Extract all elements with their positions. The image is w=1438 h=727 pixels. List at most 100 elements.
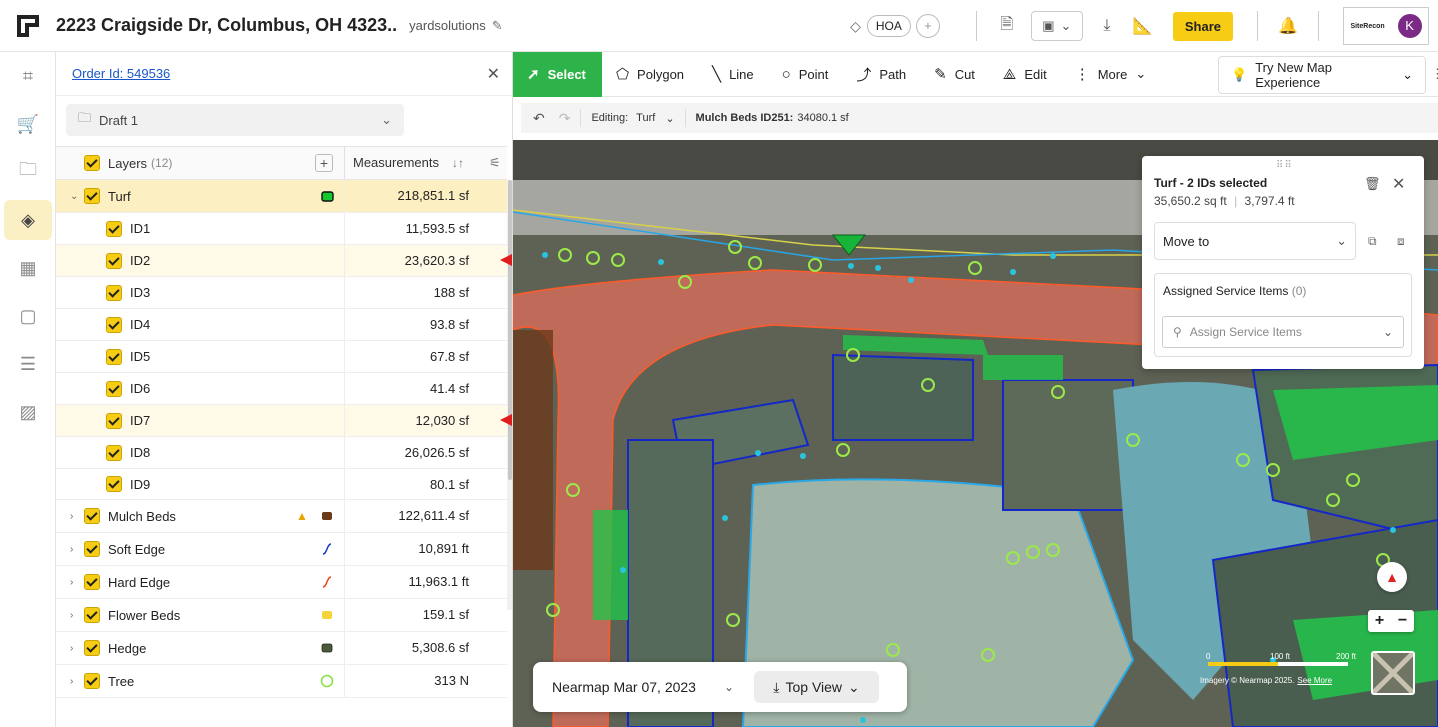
layer-row-flower-beds[interactable]: › Flower Beds 159.1 sf [56,599,507,632]
layer-row-id6[interactable]: ID6 41.4 sf [56,373,507,405]
add-layer-button[interactable]: + [315,154,333,172]
layer-row-mulch-beds[interactable]: › Mulch Beds ▲ 122,611.4 sf [56,500,507,533]
chevron-down-icon[interactable]: ⌄ [665,112,674,125]
try-new-map-button[interactable]: 💡 Try New Map Experience ⌄ [1218,56,1426,94]
layers-table-header: Layers (12) + Measurements ↓↑ ⚟ [56,146,507,180]
chevron-down-icon[interactable]: ⌄ [724,680,734,694]
zoom-control[interactable]: + − [1368,610,1414,632]
layer-checkbox[interactable] [106,252,122,269]
assign-service-items-input[interactable]: ⚲ Assign Service Items ⌄ [1162,316,1404,348]
measure-icon[interactable]: 📐 [1125,11,1161,41]
tool-polygon[interactable]: ⬠ Polygon [602,52,698,97]
layer-row-soft-edge[interactable]: › Soft Edge 10,891 ft [56,533,507,566]
download-icon[interactable]: ⤓ [1089,11,1125,41]
move-to-select[interactable]: Move to ⌄ [1154,222,1356,260]
see-more-link[interactable]: See More [1297,676,1332,685]
caret-right-icon[interactable]: › [70,676,73,687]
draft-select[interactable]: 🗀 Draft 1 ⌄ [66,104,404,136]
avatar[interactable]: K [1397,14,1422,38]
layer-checkbox[interactable] [106,412,122,429]
tool-more[interactable]: ⋮ More ⌄ [1061,52,1161,97]
tool-path[interactable]: ⤴ Path [842,52,920,97]
layer-row-hard-edge[interactable]: › Hard Edge 11,963.1 ft [56,566,507,599]
filter-icon[interactable]: ⚟ [489,155,501,171]
imagery-date-select[interactable]: Nearmap Mar 07, 2023 [552,679,696,695]
drag-handle-icon[interactable]: ⠿⠿ [1276,160,1293,171]
layer-checkbox[interactable] [106,476,122,492]
copy-icon[interactable]: ⧉ [1368,234,1377,249]
zoom-out-button[interactable]: − [1391,610,1414,632]
tool-point[interactable]: ○ Point [768,52,843,97]
bell-icon[interactable]: 🔔 [1270,11,1306,41]
edit-pencil-icon[interactable]: ✎ [492,18,503,34]
caret-right-icon[interactable]: › [70,577,73,588]
layer-checkbox[interactable] [106,348,122,365]
layer-checkbox[interactable] [84,574,100,590]
more-options-icon[interactable]: ⋮ [1431,66,1438,82]
layers-icon[interactable]: ◈ [4,200,52,240]
layer-checkbox[interactable] [106,316,122,333]
share-button[interactable]: Share [1172,11,1233,41]
layer-row-id7[interactable]: ID7 12,030 sf [56,405,507,437]
layer-row-id3[interactable]: ID3 188 sf [56,277,507,309]
layer-checkbox[interactable] [84,640,100,656]
layer-row-id8[interactable]: ID8 26,026.5 sf [56,437,507,469]
cart-icon[interactable]: 🛒 [4,104,52,144]
minimap[interactable] [1371,651,1415,695]
editing-layer-select[interactable]: Turf [636,112,655,124]
layer-checkbox[interactable] [84,188,100,204]
gallery-icon[interactable]: ▨ [4,392,52,432]
layer-row-id2[interactable]: ID2 23,620.3 sf [56,245,507,277]
close-icon[interactable]: ✕ [487,64,500,84]
layer-row-id9[interactable]: ID9 80.1 sf [56,469,507,500]
tool-cut[interactable]: ✎ Cut [920,52,989,97]
imagery-bar: Nearmap Mar 07, 2023 ⌄ ⤓ Top View ⌄ [533,662,907,712]
calculator-icon[interactable]: ▦ [4,248,52,288]
caret-down-icon[interactable]: ⌄ [70,191,78,202]
tool-edit[interactable]: ⟁ Edit [989,52,1061,97]
layer-checkbox[interactable] [106,444,122,461]
layer-checkbox[interactable] [106,220,122,237]
trash-icon[interactable]: 🗑 [1364,176,1381,192]
select-all-checkbox[interactable] [84,155,100,171]
chat-icon[interactable]: ▢ [4,296,52,336]
tool-line[interactable]: ╲ Line [698,52,768,97]
layer-row-tree[interactable]: › Tree 313 N [56,665,507,698]
layer-row-id5[interactable]: ID5 67.8 sf [56,341,507,373]
image-dropdown[interactable]: ▣ ⌄ [1030,11,1083,41]
tool-select[interactable]: ➚ Select [513,51,602,97]
document-clock-icon[interactable]: 🗎 [989,11,1025,41]
layer-row-turf[interactable]: ⌄ Turf 218,851.1 sf [56,180,507,213]
hoa-tag[interactable]: HOA [866,15,911,37]
layer-row-hedge[interactable]: › Hedge 5,308.6 sf [56,632,507,665]
notes-icon[interactable]: ☰ [4,344,52,384]
add-tag-button[interactable]: + [915,14,940,38]
app-logo[interactable] [17,14,39,37]
close-icon[interactable]: ✕ [1392,174,1405,194]
layer-row-id4[interactable]: ID4 93.8 sf [56,309,507,341]
folder-icon[interactable]: 🗀 [4,152,52,192]
account-box[interactable]: SiteRecon K [1343,7,1429,45]
layer-checkbox[interactable] [84,607,100,623]
redo-icon[interactable]: ↷ [559,110,571,127]
layer-name: ID6 [130,381,151,396]
caret-right-icon[interactable]: › [70,511,73,522]
caret-right-icon[interactable]: › [70,643,73,654]
sort-icon[interactable]: ↓↑ [452,156,464,170]
layer-row-id1[interactable]: ID1 11,593.5 sf [56,213,507,245]
duplicate-icon[interactable]: ⧈ [1397,234,1405,249]
workflow-icon[interactable]: ⌗ [4,56,52,96]
compass-icon[interactable]: ▲ [1377,562,1407,592]
view-mode-select[interactable]: ⤓ Top View ⌄ [754,671,880,703]
layer-checkbox[interactable] [106,284,122,301]
zoom-in-button[interactable]: + [1368,610,1391,632]
caret-right-icon[interactable]: › [70,610,73,621]
layer-checkbox[interactable] [84,673,100,689]
undo-icon[interactable]: ↶ [533,110,545,127]
layer-checkbox[interactable] [84,541,100,557]
scroll-thumb[interactable] [508,180,512,480]
caret-right-icon[interactable]: › [70,544,73,555]
order-id-link[interactable]: Order Id: 549536 [72,66,170,81]
layer-checkbox[interactable] [84,508,100,524]
layer-checkbox[interactable] [106,380,122,397]
